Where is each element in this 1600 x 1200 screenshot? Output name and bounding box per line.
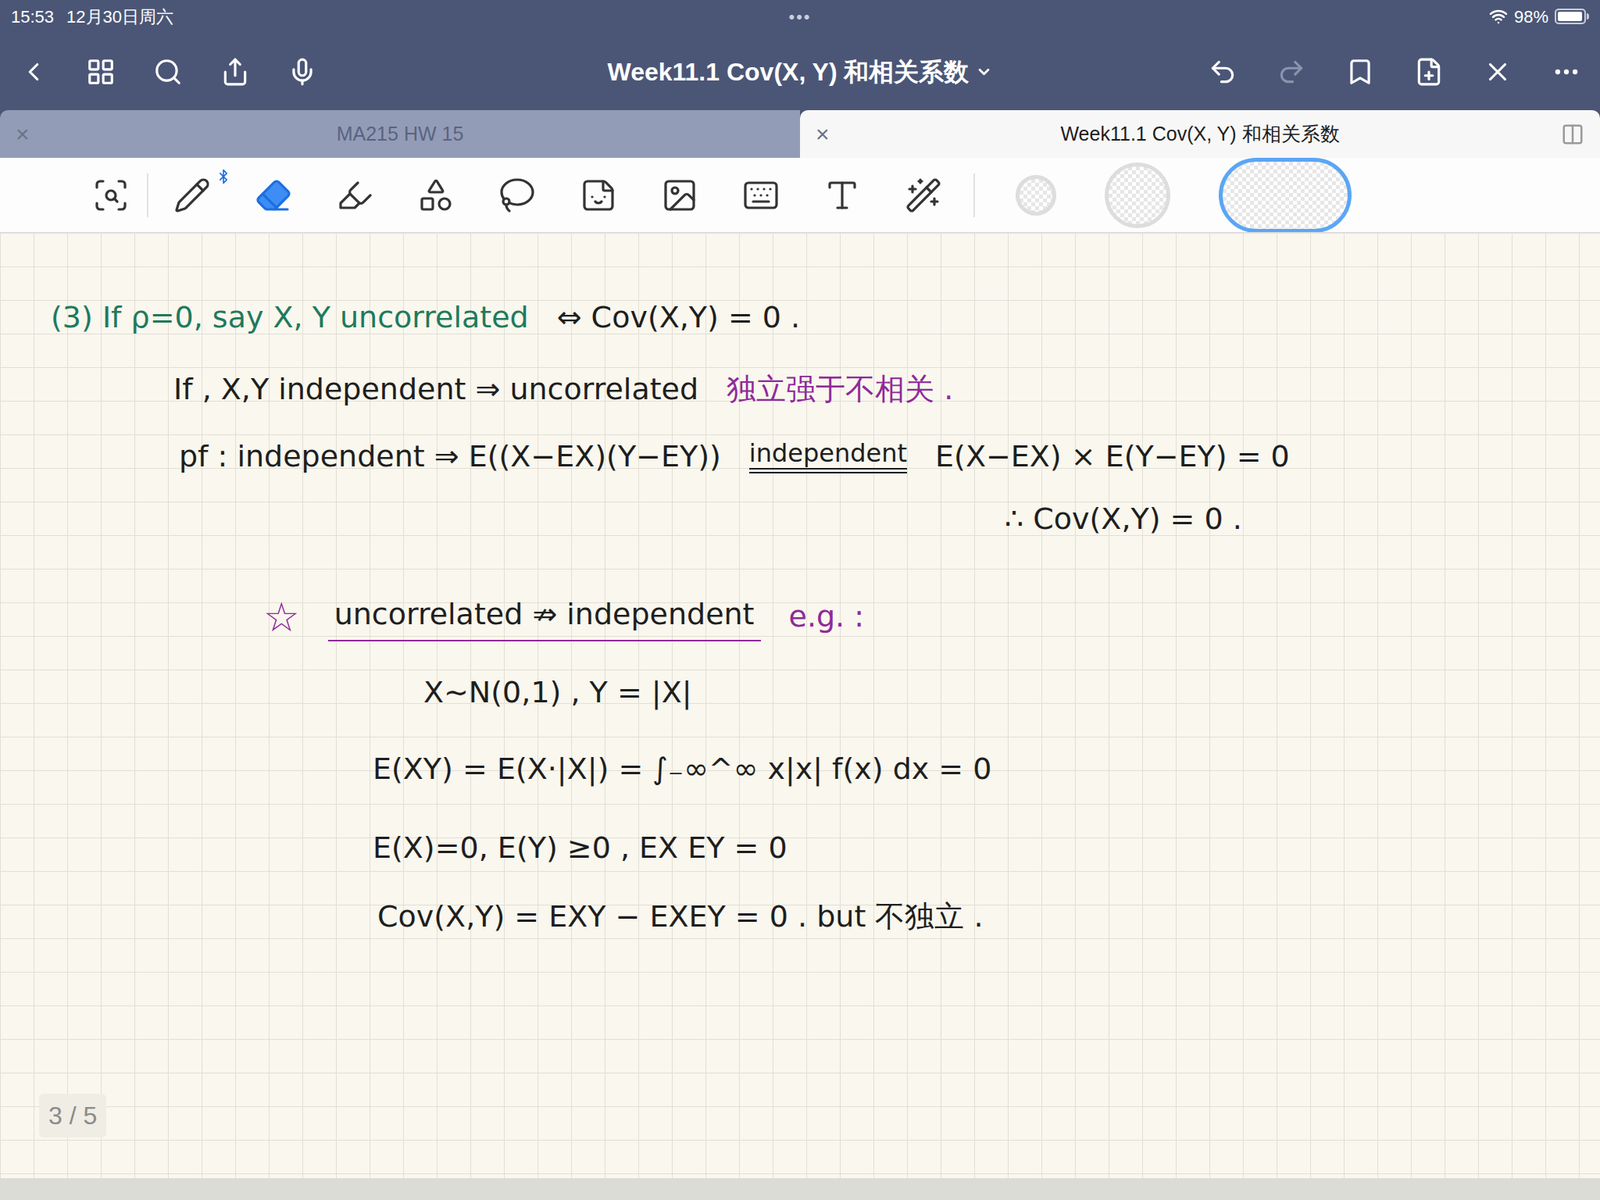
laser-icon <box>904 176 943 215</box>
back-icon[interactable] <box>18 57 49 87</box>
star-mark: ☆ <box>263 596 300 638</box>
size-swatch[interactable] <box>1218 157 1352 233</box>
note-text: ⇔ Cov(X,Y) = 0 . <box>557 295 801 340</box>
battery-icon <box>1554 8 1590 25</box>
battery-percent: 98% <box>1514 3 1549 30</box>
note-line: (3) If ρ=0, say X, Y uncorrelated ⇔ Cov(X… <box>50 295 800 340</box>
note-line: If , X,Y independent ⇒ uncorrelated 独立强于不… <box>173 367 954 412</box>
tool-button[interactable] <box>498 176 536 215</box>
tab[interactable]: × Week11.1 Cov(X, Y) 和相关系数 <box>800 110 1600 158</box>
shapes-icon <box>417 176 455 215</box>
tab-label: Week11.1 Cov(X, Y) 和相关系数 <box>1060 119 1340 150</box>
mic-icon[interactable] <box>287 57 318 87</box>
split-view-icon[interactable] <box>1560 122 1585 147</box>
size-swatch[interactable] <box>1104 162 1171 229</box>
tool-button[interactable] <box>417 176 455 215</box>
tool-button[interactable] <box>579 176 618 215</box>
note-text: E(X−EX) × E(Y−EY) = 0 <box>935 434 1290 479</box>
note-text: e.g. : <box>789 594 865 640</box>
tool-button[interactable] <box>660 176 699 215</box>
page-footer <box>0 1178 1600 1200</box>
status-time: 15:53 <box>10 3 54 30</box>
note-text: 独立强于不相关 . <box>726 367 954 412</box>
toolbar <box>0 157 1600 233</box>
tab-label: MA215 HW 15 <box>336 119 465 150</box>
tab-bar: × MA215 HW 15 × Week11.1 Cov(X, Y) 和相关系数 <box>0 110 1600 158</box>
grid-icon[interactable] <box>85 57 116 87</box>
sticker-icon <box>579 176 618 215</box>
image-icon <box>660 176 699 215</box>
tab-close[interactable]: × <box>15 122 30 147</box>
page-indicator: 3 / 5 <box>39 1093 107 1138</box>
over-arrow-label: independent <box>749 439 908 473</box>
note-text: E(XY) = E(X·|X|) = ∫₋∞^∞ x|x| f(x) dx = … <box>372 746 992 792</box>
tool-button[interactable] <box>904 176 943 215</box>
pen-icon <box>173 176 211 215</box>
tab-close[interactable]: × <box>815 122 830 147</box>
note-line: pf : independent ⇒ E((X−EX)(Y−EY)) indepe… <box>178 434 1290 479</box>
size-swatch[interactable] <box>1015 175 1057 216</box>
note-line: E(XY) = E(X·|X|) = ∫₋∞^∞ x|x| f(x) dx = … <box>372 746 992 792</box>
note-text: ∴ Cov(X,Y) = 0 . <box>1004 496 1243 542</box>
document-title[interactable]: Week11.1 Cov(X, Y) 和相关系数 <box>607 53 993 91</box>
note-text: If , X,Y independent ⇒ uncorrelated <box>173 367 699 412</box>
undo-icon[interactable] <box>1207 57 1238 87</box>
note-text: E(X)=0, E(Y) ≥0 , EX EY = 0 <box>372 825 788 871</box>
header: 15:53 12月30日周六 ••• 98% Week11.1 Cov(X, Y) 和相… <box>0 0 1600 111</box>
lasso-icon <box>498 176 536 215</box>
app: 15:53 12月30日周六 ••• 98% Week11.1 Cov(X, Y) 和相… <box>0 0 1600 1200</box>
add-page-icon[interactable] <box>1414 57 1444 87</box>
tab[interactable]: × MA215 HW 15 <box>0 110 800 158</box>
more-icon[interactable] <box>1551 57 1582 87</box>
note-line: ∴ Cov(X,Y) = 0 . <box>1004 496 1243 542</box>
note-line: ☆ uncorrelated ⇏ independent e.g. : <box>263 592 865 642</box>
tool-button[interactable] <box>335 176 374 215</box>
nav-bar: Week11.1 Cov(X, Y) 和相关系数 <box>0 32 1600 111</box>
tool-button[interactable] <box>254 176 293 215</box>
note-text: X∼N(0,1) , Y = |X| <box>423 670 692 715</box>
text-icon <box>823 176 861 215</box>
note-text: (3) If ρ=0, say X, Y uncorrelated <box>50 295 529 340</box>
keyboard-icon <box>742 176 780 215</box>
note-text: Cov(X,Y) = EXY − EXEY = 0 . but 不独立 . <box>377 894 984 940</box>
tool-button[interactable] <box>823 176 861 215</box>
search-icon[interactable] <box>153 57 183 87</box>
tool-button[interactable] <box>742 176 780 215</box>
multitask-dots[interactable]: ••• <box>788 3 811 30</box>
redo-icon[interactable] <box>1276 57 1307 87</box>
underlined-note: uncorrelated ⇏ independent <box>328 592 761 642</box>
status-bar: 15:53 12月30日周六 ••• 98% <box>0 0 1600 33</box>
highlighter-icon <box>335 176 374 215</box>
note-page[interactable]: (3) If ρ=0, say X, Y uncorrelated ⇔ Cov(X… <box>0 232 1600 1179</box>
note-line: X∼N(0,1) , Y = |X| <box>423 670 692 715</box>
note-line: E(X)=0, E(Y) ≥0 , EX EY = 0 <box>372 825 788 871</box>
bookmark-icon[interactable] <box>1345 57 1375 87</box>
zoom-icon <box>92 176 130 215</box>
tool-button[interactable] <box>92 176 130 215</box>
eraser-icon <box>254 176 293 215</box>
chevron-down-icon <box>975 63 993 81</box>
note-line: Cov(X,Y) = EXY − EXEY = 0 . but 不独立 . <box>377 894 984 940</box>
bluetooth-icon <box>215 168 232 185</box>
close-icon[interactable] <box>1482 57 1513 87</box>
wifi-icon <box>1489 7 1508 26</box>
status-date: 12月30日周六 <box>66 3 174 30</box>
note-text: pf : independent ⇒ E((X−EX)(Y−EY)) <box>178 434 722 479</box>
tool-button[interactable] <box>173 176 211 215</box>
share-icon[interactable] <box>220 57 250 87</box>
